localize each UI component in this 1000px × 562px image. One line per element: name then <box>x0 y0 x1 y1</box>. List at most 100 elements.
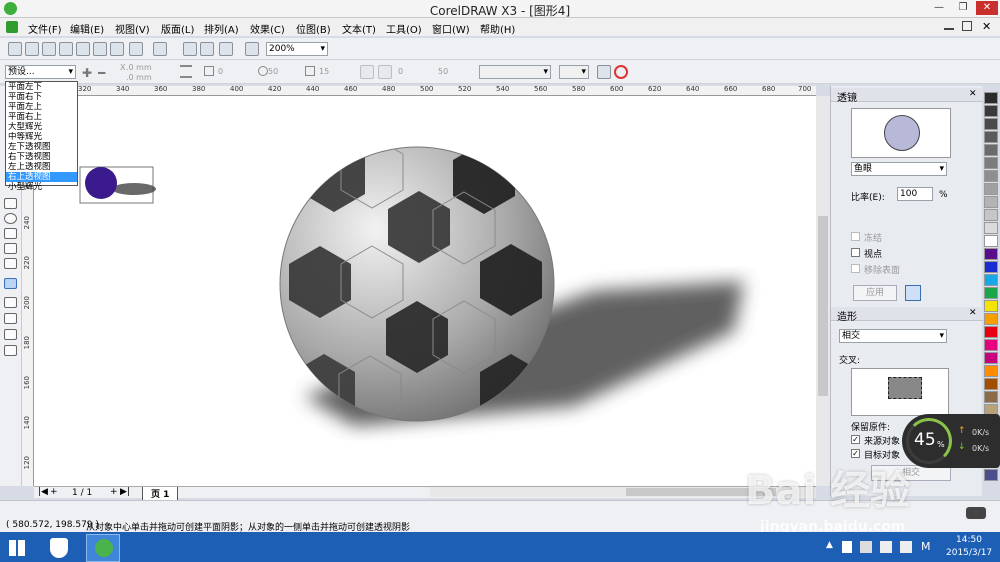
doc-close-button[interactable]: ✕ <box>982 20 991 33</box>
color-swatch[interactable] <box>984 339 998 351</box>
color-swatch[interactable] <box>984 196 998 208</box>
color-swatch[interactable] <box>984 352 998 364</box>
coreldraw-task-icon[interactable] <box>86 534 120 562</box>
feather-edges-icon[interactable] <box>378 65 392 79</box>
color-swatch[interactable] <box>984 144 998 156</box>
minimize-button[interactable]: — <box>928 1 950 15</box>
color-swatch[interactable] <box>984 378 998 390</box>
shadow-opacity-field[interactable]: 50 <box>268 67 278 76</box>
add-preset-icon[interactable]: ✚ <box>82 66 92 80</box>
lock-icon[interactable] <box>905 285 921 301</box>
windows-start-icon[interactable] <box>9 540 25 556</box>
lens-ratio-input[interactable]: 100 <box>897 187 933 201</box>
color-swatch[interactable] <box>984 157 998 169</box>
preset-item[interactable]: 左下透视图 <box>6 142 77 152</box>
color-swatch[interactable] <box>984 222 998 234</box>
menu-view[interactable]: 视图(V) <box>115 21 150 36</box>
color-swatch[interactable] <box>984 365 998 377</box>
basic-shapes-tool-icon[interactable] <box>4 243 17 254</box>
preset-item[interactable]: 平面左上 <box>6 102 77 112</box>
color-swatch[interactable] <box>984 300 998 312</box>
clock-time[interactable]: 14:50 <box>956 535 982 545</box>
drawing-canvas[interactable] <box>34 96 816 486</box>
preset-item[interactable]: 左上透视图 <box>6 162 77 172</box>
undo-icon[interactable] <box>129 42 143 56</box>
zoom-select[interactable]: 200% <box>266 42 328 56</box>
menu-help[interactable]: 帮助(H) <box>480 21 515 36</box>
interactive-fill-tool-icon[interactable] <box>4 345 17 356</box>
security-shield-icon[interactable] <box>50 538 68 558</box>
menu-window[interactable]: 窗口(W) <box>432 21 470 36</box>
ellipse-tool-icon[interactable] <box>4 213 17 224</box>
shadow-feather-field[interactable]: 15 <box>319 67 329 76</box>
copy-shadow-icon[interactable] <box>597 65 611 79</box>
remove-preset-icon[interactable]: ━ <box>98 66 105 80</box>
preset-item[interactable]: 右下透视图 <box>6 152 77 162</box>
volume-icon[interactable] <box>900 541 912 553</box>
preset-item[interactable]: 小型辉光 <box>6 182 77 192</box>
shadow-fade-field[interactable]: 50 <box>438 67 448 76</box>
copy-icon[interactable] <box>93 42 107 56</box>
doc-restore-button[interactable] <box>962 21 972 31</box>
color-swatch[interactable] <box>984 92 998 104</box>
menu-bitmaps[interactable]: 位图(B) <box>296 21 331 36</box>
shadow-color-select[interactable] <box>479 65 551 79</box>
target-object-checkbox[interactable]: ✓ <box>851 449 860 458</box>
add-page-before-button[interactable]: + <box>50 487 58 497</box>
color-swatch[interactable] <box>984 118 998 130</box>
color-swatch[interactable] <box>984 261 998 273</box>
add-page-after-button[interactable]: + <box>110 487 118 497</box>
text-tool-icon[interactable] <box>4 258 17 269</box>
tray-icon[interactable] <box>842 541 852 553</box>
page-tab[interactable]: 页 1 <box>142 487 179 501</box>
rectangle-tool-icon[interactable] <box>4 198 17 209</box>
ime-indicator[interactable]: M <box>921 540 931 553</box>
shaping-close-icon[interactable]: ✕ <box>969 308 977 318</box>
menu-effects[interactable]: 效果(C) <box>250 21 285 36</box>
color-swatch[interactable] <box>984 170 998 182</box>
close-button[interactable]: ✕ <box>976 1 998 15</box>
shaping-mode-select[interactable]: 相交 <box>839 329 947 343</box>
redo-icon[interactable] <box>153 42 167 56</box>
tray-icon[interactable] <box>860 541 872 553</box>
color-swatch[interactable] <box>984 326 998 338</box>
restore-button[interactable]: ❐ <box>952 1 974 15</box>
polygon-tool-icon[interactable] <box>4 228 17 239</box>
vertical-scrollbar[interactable] <box>816 96 830 486</box>
menu-arrange[interactable]: 排列(A) <box>204 21 239 36</box>
clock-date[interactable]: 2015/3/17 <box>946 548 992 558</box>
color-swatch[interactable] <box>984 391 998 403</box>
cut-icon[interactable] <box>76 42 90 56</box>
paste-icon[interactable] <box>110 42 124 56</box>
shadow-angle-field[interactable]: 0 <box>218 67 223 76</box>
preset-item[interactable]: 平面左下 <box>6 82 77 92</box>
import-icon[interactable] <box>183 42 197 56</box>
preset-item[interactable]: 平面右下 <box>6 92 77 102</box>
preset-item[interactable]: 中等辉光 <box>6 132 77 142</box>
color-swatch[interactable] <box>984 183 998 195</box>
color-swatch[interactable] <box>984 105 998 117</box>
color-swatch[interactable] <box>984 313 998 325</box>
frozen-checkbox[interactable] <box>851 232 860 241</box>
shadow-x-field[interactable]: .0 mm <box>126 63 152 72</box>
save-icon[interactable] <box>42 42 56 56</box>
open-icon[interactable] <box>25 42 39 56</box>
lens-close-icon[interactable]: ✕ <box>969 89 977 99</box>
new-icon[interactable] <box>8 42 22 56</box>
last-page-button[interactable]: ▶| <box>120 487 130 497</box>
preset-select[interactable]: 预设... <box>5 65 76 79</box>
fill-tool-icon[interactable] <box>4 329 17 340</box>
color-swatch[interactable] <box>984 209 998 221</box>
lens-apply-button[interactable]: 应用 <box>853 285 897 301</box>
welcome-icon[interactable] <box>245 42 259 56</box>
network-icon[interactable] <box>880 541 892 553</box>
shadow-offset-field[interactable]: 0 <box>398 67 403 76</box>
menu-file[interactable]: 文件(F) <box>28 21 62 36</box>
preset-item-selected[interactable]: 右上透视图 <box>6 172 77 182</box>
export-icon[interactable] <box>200 42 214 56</box>
menu-text[interactable]: 文本(T) <box>342 21 376 36</box>
viewpoint-checkbox[interactable] <box>851 248 860 257</box>
outline-tool-icon[interactable] <box>4 313 17 324</box>
first-page-button[interactable]: |◀ <box>38 487 48 497</box>
preset-list[interactable]: 平面左下 平面右下 平面左上 平面右上 大型辉光 中等辉光 左下透视图 右下透视… <box>5 81 78 192</box>
